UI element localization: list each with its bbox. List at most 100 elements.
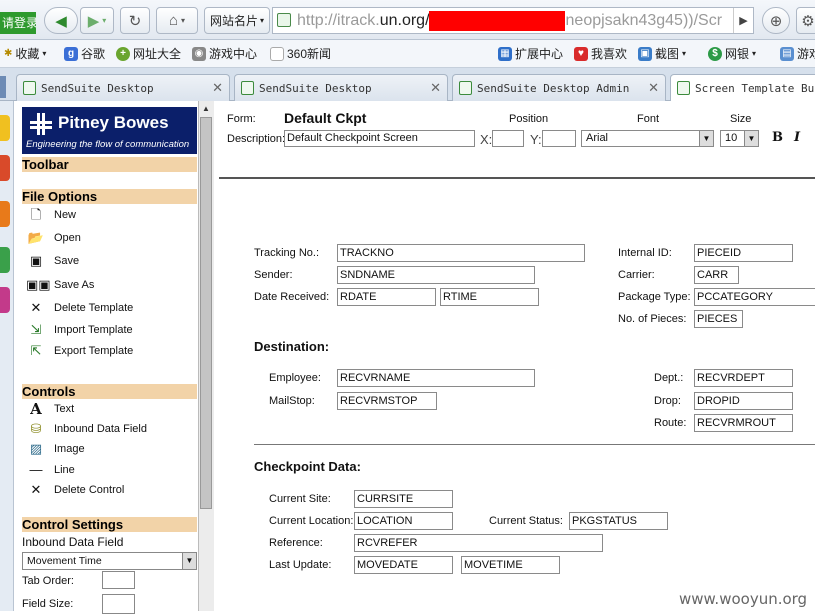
menu-import-template[interactable]: ⇲ Import Template (26, 321, 133, 339)
last-update-time-field[interactable]: MOVETIME (461, 556, 560, 574)
bold-button[interactable]: B (772, 130, 783, 145)
employee-field[interactable]: RECVRNAME (337, 369, 535, 387)
control-text[interactable]: A Text (26, 400, 74, 418)
current-site-field[interactable]: CURRSITE (354, 490, 453, 508)
forward-button[interactable]: ▶ ▾ (80, 7, 114, 34)
template-canvas[interactable]: Tracking No.: TRACKNO Sender: SNDNAME Da… (219, 181, 815, 611)
import-icon: ⇲ (30, 322, 42, 337)
bookmark-i-like[interactable]: ♥ 我喜欢 (574, 45, 627, 63)
menu-save[interactable]: ▣ Save (26, 252, 79, 270)
reference-field[interactable]: RCVREFER (354, 534, 603, 552)
description-input[interactable]: Default Checkpoint Screen (284, 130, 475, 147)
pieces-field[interactable]: PIECES (694, 310, 743, 328)
y-input[interactable] (542, 130, 576, 147)
form-label: Form: (227, 113, 256, 125)
mailstop-field[interactable]: RECVRMSTOP (337, 392, 437, 410)
favorites-icon[interactable] (0, 115, 10, 141)
home-button[interactable]: ⌂ ▾ (156, 7, 198, 34)
pitney-bowes-mark-icon (30, 113, 52, 135)
carrier-label: Carrier: (618, 269, 655, 281)
back-button[interactable]: ◀ (44, 7, 78, 34)
tab-sendsuite-admin[interactable]: SendSuite Desktop Admin ✕ (452, 74, 666, 101)
close-icon[interactable]: ✕ (212, 75, 223, 101)
tab-sendsuite-desktop-1[interactable]: SendSuite Desktop ✕ (16, 74, 230, 101)
bookmark-screenshot[interactable]: ▣ 截图 ▾ (638, 45, 686, 63)
menu-open[interactable]: 📂 Open (26, 229, 81, 247)
page-icon (459, 81, 472, 95)
control-inbound-data-field[interactable]: ⛁ Inbound Data Field (26, 420, 147, 438)
close-icon[interactable]: ✕ (648, 75, 659, 101)
bookmark-360-news[interactable]: 360新闻 (270, 45, 331, 63)
security-button[interactable]: ⊕ (762, 7, 790, 34)
dept-field[interactable]: RECVRDEPT (694, 369, 793, 387)
size-select[interactable]: 10 ▼ (720, 130, 759, 147)
bookmark-games[interactable]: ▤游戏 (780, 45, 815, 63)
address-bar[interactable]: http://itrack.un.org/neopjsakn43g45))/Sc… (272, 7, 754, 34)
watermark-text: www.wooyun.org (679, 590, 808, 608)
settings-button[interactable]: ⚙ (796, 7, 815, 34)
menu-export-template[interactable]: ⇱ Export Template (26, 342, 134, 360)
bookmark-google[interactable]: g 谷歌 (64, 45, 105, 63)
control-type-select[interactable]: Movement Time ▼ (22, 552, 197, 570)
tab-order-label: Tab Order: (22, 575, 74, 587)
route-field[interactable]: RECVRMROUT (694, 414, 793, 432)
control-image[interactable]: ▨ Image (26, 440, 85, 458)
tab-screen-template-builder[interactable]: Screen Template Buil (670, 74, 815, 102)
menu-new[interactable]: 🗋 New (26, 206, 76, 224)
section-divider[interactable] (254, 444, 815, 445)
close-icon[interactable]: ✕ (430, 75, 441, 101)
reload-button[interactable]: ↻ (120, 7, 150, 34)
file-options-heading: File Options (22, 189, 197, 204)
download-icon[interactable] (0, 247, 10, 273)
carrier-field[interactable]: CARR (694, 266, 739, 284)
font-select[interactable]: Arial ▼ (581, 130, 714, 147)
site-card-menu[interactable]: 网站名片 ▾ (204, 7, 270, 34)
chevron-down-icon: ▼ (744, 131, 758, 146)
bookmark-extensions[interactable]: ▦ 扩展中心 (498, 45, 563, 63)
bookmark-url-directory[interactable]: + 网址大全 (116, 45, 181, 63)
tab-scroll-handle[interactable] (0, 76, 6, 98)
time-received-field[interactable]: RTIME (440, 288, 539, 306)
destination-heading: Destination: (254, 339, 330, 354)
last-update-date-field[interactable]: MOVEDATE (354, 556, 453, 574)
control-line[interactable]: — Line (26, 461, 75, 479)
package-type-field[interactable]: PCCATEGORY (694, 288, 815, 306)
drop-field[interactable]: DROPID (694, 392, 793, 410)
date-received-field[interactable]: RDATE (337, 288, 436, 306)
internal-id-field[interactable]: PIECEID (694, 244, 793, 262)
weibo-icon[interactable] (0, 201, 10, 227)
current-site-label: Current Site: (269, 493, 331, 505)
control-delete[interactable]: ✕ Delete Control (26, 481, 125, 499)
current-status-field[interactable]: PKGSTATUS (569, 512, 668, 530)
go-button[interactable]: ▶ (733, 8, 753, 33)
tab-sendsuite-desktop-2[interactable]: SendSuite Desktop ✕ (234, 74, 448, 101)
login-button[interactable]: 请登录 (0, 12, 36, 34)
current-location-label: Current Location: (269, 515, 354, 527)
form-name: Default Ckpt (284, 110, 367, 126)
scroll-up-arrow-icon[interactable]: ▲ (200, 103, 212, 115)
chevron-down-icon: ▼ (182, 553, 196, 569)
italic-button[interactable]: I (794, 130, 800, 145)
page-icon (23, 81, 36, 95)
bookmark-bank[interactable]: $ 网银 ▾ (708, 45, 756, 63)
play-icon: ▶ (739, 15, 748, 27)
x-input[interactable] (492, 130, 524, 147)
menu-save-as[interactable]: ▣▣ Save As (26, 276, 94, 294)
app-icon[interactable] (0, 287, 10, 313)
current-location-field[interactable]: LOCATION (354, 512, 453, 530)
menu-delete-template[interactable]: ✕ Delete Template (26, 299, 134, 317)
browser-toolbar: 请登录 ◀ ▶ ▾ ↻ ⌂ ▾ 网站名片 ▾ http://itrack.un.org… (0, 0, 815, 40)
tab-order-input[interactable] (102, 571, 135, 589)
reload-icon: ↻ (128, 12, 142, 30)
drop-label: Drop: (654, 395, 681, 407)
field-size-input[interactable] (102, 594, 135, 614)
mail-icon[interactable] (0, 155, 10, 181)
image-icon: ▨ (29, 441, 43, 456)
scrollbar-thumb[interactable] (200, 117, 212, 509)
tracking-field[interactable]: TRACKNO (337, 244, 585, 262)
tab-strip: SendSuite Desktop ✕ SendSuite Desktop ✕ Se… (0, 68, 815, 102)
sender-field[interactable]: SNDNAME (337, 266, 535, 284)
bookmark-favorites[interactable]: ✱ 收藏 ▾ (4, 45, 46, 63)
save-as-icon: ▣▣ (26, 277, 51, 292)
bookmark-game-center[interactable]: ◉ 游戏中心 (192, 45, 257, 63)
